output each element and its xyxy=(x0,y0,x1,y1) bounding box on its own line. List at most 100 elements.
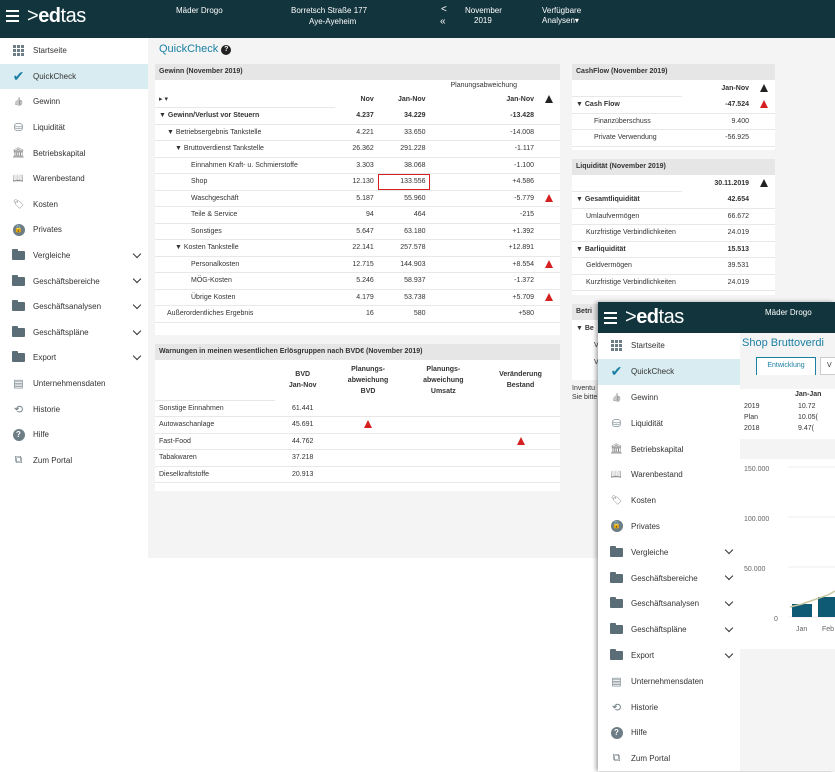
sidebar-item-warenbestand[interactable]: 📖 Warenbestand xyxy=(0,166,148,192)
tab-second[interactable]: V xyxy=(820,357,835,375)
sidebar-item-historie[interactable]: ⟲ Historie xyxy=(0,396,148,422)
expand-icon[interactable]: ▸ ▾ xyxy=(159,96,168,103)
tag-icon: 🏷 xyxy=(610,495,623,506)
table-row[interactable]: Fast-Food 44.762 xyxy=(155,433,560,450)
sidebar-item-startseite[interactable]: Startseite xyxy=(598,333,740,359)
prev-month-button[interactable]: < xyxy=(441,5,447,15)
table-row[interactable]: Autowaschanlage 45.691 xyxy=(155,416,560,434)
table-row[interactable]: ▼ Kosten Tankstelle 22.141 257.578 +12.891 xyxy=(155,239,560,257)
sidebar-item-gesch-ftsbereiche[interactable]: Geschäftsbereiche xyxy=(598,565,740,591)
table-row[interactable]: Übrige Kosten 4.179 53.738 +5.709 xyxy=(155,289,560,306)
chart-bar[interactable] xyxy=(818,597,835,617)
table-row[interactable]: ▼ Betriebsergebnis Tankstelle 4.221 33.650… xyxy=(155,124,560,141)
sidebar-item-zum-portal[interactable]: ⧉ Zum Portal xyxy=(598,746,740,772)
sidebar-item-label: Gewinn xyxy=(33,97,61,107)
table-row[interactable]: Kurzfristige Verbindlichkeiten 24.019 xyxy=(572,224,775,242)
overlay-chart: 150.000 100.000 50.000 0 Jan Feb xyxy=(740,459,835,649)
sidebar-item-hilfe[interactable]: ? Hilfe xyxy=(598,720,740,746)
period-month[interactable]: November xyxy=(465,6,502,16)
sidebar-item-vergleiche[interactable]: Vergleiche xyxy=(598,539,740,565)
company-name: Mäder Drogo xyxy=(765,308,812,317)
table-row[interactable]: ▼ Bruttoverdienst Tankstelle 26.362 291.22… xyxy=(155,140,560,158)
table-row[interactable]: ▼ Barliquidität 15.513 xyxy=(572,241,775,258)
warning-icon xyxy=(364,420,373,429)
cell-dev: -14.008 xyxy=(429,124,538,141)
overlay-window: >edtas Mäder Drogo Startseite ✔ QuickCheck… xyxy=(598,302,835,771)
row-label: ▼ Betriebsergebnis Tankstelle xyxy=(155,124,335,141)
overlay-row: Plan 10.05( xyxy=(740,412,835,423)
table-row[interactable]: Tabakwaren 37.218 xyxy=(155,449,560,467)
table-row[interactable]: Geldvermögen 39.531 xyxy=(572,257,775,275)
sidebar-item-gesch-ftsanalysen[interactable]: Geschäftsanalysen xyxy=(598,591,740,617)
cell-dev: +5.709 xyxy=(429,289,538,306)
cell-nov: 12.715 xyxy=(335,256,378,273)
table-row[interactable]: ▼ Gewinn/Verlust vor Steuern 4.237 34.229-… xyxy=(155,107,560,125)
table-row[interactable]: Teile & Service 94 464 -215 xyxy=(155,206,560,224)
menu-icon[interactable] xyxy=(604,312,617,324)
table-row[interactable]: Finanzüberschuss 9.400 xyxy=(572,113,775,130)
table-row[interactable]: Einnahmen Kraft- u. Schmierstoffe 3.303 38… xyxy=(155,157,560,174)
table-row[interactable]: ▼ Cash Flow -47.524 xyxy=(572,96,775,114)
sidebar-item-startseite[interactable]: Startseite xyxy=(0,38,148,64)
logo[interactable]: >edtas xyxy=(625,306,684,329)
tab-entwicklung[interactable]: Entwicklung xyxy=(756,357,816,375)
sidebar-item-gesch-ftspl-ne[interactable]: Geschäftspläne xyxy=(0,320,148,346)
sidebar-item-liquidit-t[interactable]: ⛁ Liquidität xyxy=(0,115,148,141)
sidebar-item-vergleiche[interactable]: Vergleiche xyxy=(0,243,148,269)
chevron-down-icon xyxy=(724,623,734,633)
table-row[interactable]: Personalkosten 12.715 144.903 +8.554 xyxy=(155,256,560,273)
table-row[interactable]: Umlaufvermögen 66.672 xyxy=(572,208,775,225)
sidebar-item-historie[interactable]: ⟲ Historie xyxy=(598,694,740,720)
prev-year-button[interactable]: « xyxy=(440,17,446,27)
sidebar-item-zum-portal[interactable]: ⧉ Zum Portal xyxy=(0,448,148,474)
table-row[interactable]: Kurzfristige Verbindlichkeiten 24.019 xyxy=(572,274,775,291)
table-row[interactable]: Dieselkraftstoffe 20.913 xyxy=(155,466,560,483)
sidebar-item-export[interactable]: Export xyxy=(0,345,148,371)
sidebar-item-kosten[interactable]: 🏷 Kosten xyxy=(598,488,740,514)
cell-dev: -5.779 xyxy=(429,190,538,207)
sidebar-item-label: Gewinn xyxy=(631,392,659,402)
chevron-down-icon xyxy=(724,546,734,555)
sidebar-item-gesch-ftsanalysen[interactable]: Geschäftsanalysen xyxy=(0,294,148,320)
warnungen-header: Warnungen in meinen wesentlichen Erlösgr… xyxy=(155,344,560,360)
sidebar-item-unternehmensdaten[interactable]: ▤ Unternehmensdaten xyxy=(0,371,148,397)
period-year[interactable]: 2019 xyxy=(474,16,492,26)
history-icon: ⟲ xyxy=(611,701,622,714)
table-row[interactable]: Private Verwendung -56.925 xyxy=(572,129,775,147)
sidebar-item-betriebskapital[interactable]: 🏛 Betriebskapital xyxy=(0,140,148,166)
overlay-row: 2018 9.47( xyxy=(740,423,835,434)
sidebar-item-kosten[interactable]: 🏷 Kosten xyxy=(0,192,148,218)
coins-icon: ⛁ xyxy=(611,417,622,430)
help-icon[interactable]: ? xyxy=(221,45,232,55)
sidebar-item-gewinn[interactable]: 👍 Gewinn xyxy=(598,385,740,411)
sidebar-item-quickcheck[interactable]: ✔ QuickCheck xyxy=(598,358,740,385)
sidebar-item-export[interactable]: Export xyxy=(598,643,740,669)
sidebar-item-gesch-ftspl-ne[interactable]: Geschäftspläne xyxy=(598,617,740,643)
table-row[interactable]: Sonstiges 5.647 63.180 +1.392 xyxy=(155,223,560,240)
logo[interactable]: >edtas xyxy=(27,5,86,28)
table-row[interactable]: ▼ Gesamtliquidität 42.654 xyxy=(572,191,775,209)
sidebar-item-gewinn[interactable]: 👍 Gewinn xyxy=(0,89,148,115)
table-row[interactable]: Shop 12.130 133.556 +4.586 xyxy=(155,173,560,191)
sidebar-item-liquidit-t[interactable]: ⛁ Liquidität xyxy=(598,410,740,436)
sidebar-item-gesch-ftsbereiche[interactable]: Geschäftsbereiche xyxy=(0,268,148,294)
sidebar-item-quickcheck[interactable]: ✔ QuickCheck xyxy=(0,63,148,90)
table-row[interactable]: Außerordentliches Ergebnis 16 580 +580 xyxy=(155,305,560,323)
analyses-label[interactable]: Verfügbare xyxy=(542,6,581,16)
doc-icon: ▤ xyxy=(13,378,24,391)
table-row[interactable]: Waschgeschäft 5.187 55.960 -5.779 xyxy=(155,190,560,207)
sidebar-item-unternehmensdaten[interactable]: ▤ Unternehmensdaten xyxy=(598,668,740,694)
row-label: Personalkosten xyxy=(155,256,335,273)
overlay-sidebar: Startseite ✔ QuickCheck 👍 Gewinn ⛁ Liquidität 🏛… xyxy=(598,333,740,771)
sidebar-item-privates[interactable]: 🔒 Privates xyxy=(0,217,148,243)
sidebar-item-betriebskapital[interactable]: 🏛 Betriebskapital xyxy=(598,436,740,462)
sidebar-item-warenbestand[interactable]: 📖 Warenbestand xyxy=(598,462,740,488)
cell-jan: 464 xyxy=(377,206,430,224)
table-row[interactable]: Sonstige Einnahmen 61.441 xyxy=(155,400,560,417)
table-row[interactable]: MÖG-Kosten 5.246 58.937 -1.372 xyxy=(155,272,560,290)
sidebar-item-privates[interactable]: 🔒 Privates xyxy=(598,514,740,540)
sidebar-item-hilfe[interactable]: ? Hilfe xyxy=(0,422,148,448)
row-label: Sonstige Einnahmen xyxy=(155,400,275,417)
menu-icon[interactable] xyxy=(6,10,19,22)
analyses-dropdown[interactable]: Analysen▾ xyxy=(542,16,579,26)
